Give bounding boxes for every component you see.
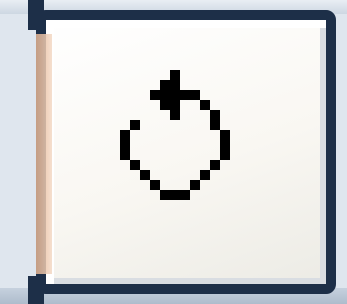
button-corner-bottom [28, 276, 44, 304]
screen [0, 0, 347, 304]
button-corner-top [28, 0, 44, 30]
button-left-highlight [36, 34, 52, 274]
refresh-icon [120, 70, 230, 200]
